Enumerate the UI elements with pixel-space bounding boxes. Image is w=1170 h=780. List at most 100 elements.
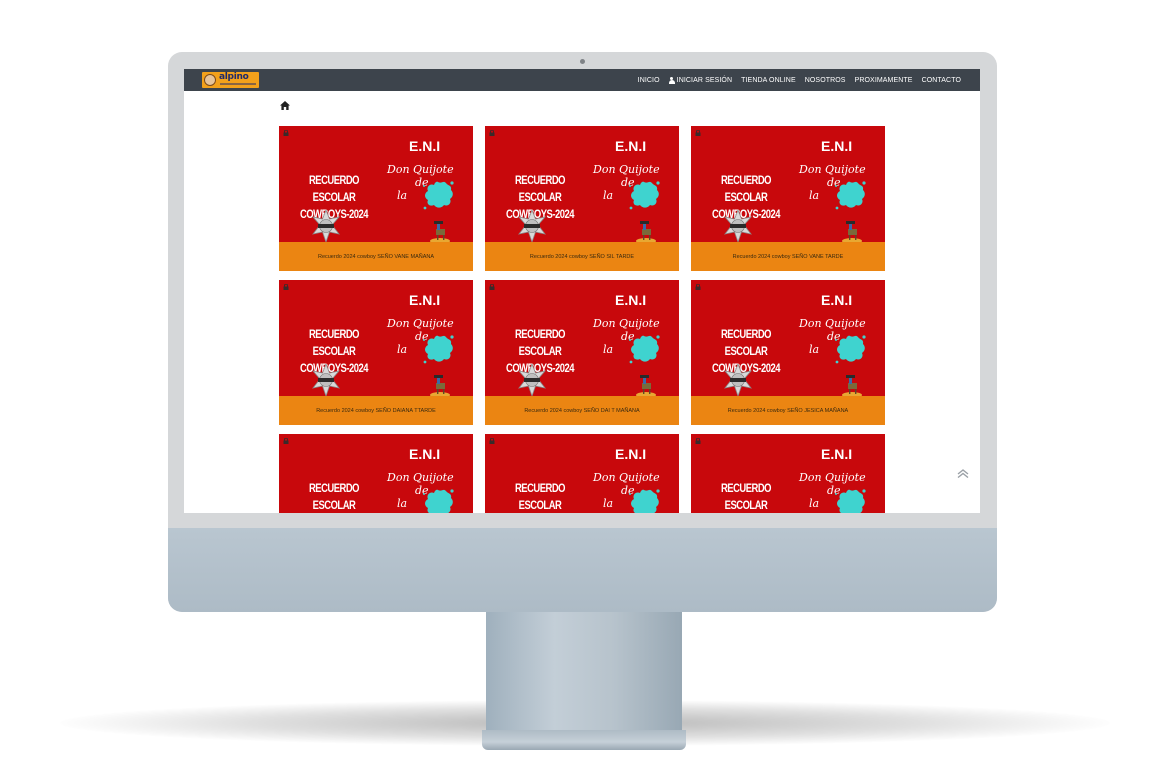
monitor-frame: alpino INICIO INICIAR SESIÓN TIENDA ONLI… — [168, 52, 997, 612]
script-line1: Don Quijote — [799, 471, 866, 484]
donkey-illustration-icon — [430, 375, 450, 398]
product-card[interactable]: E.N.I RECUERDO ESCOLAR COWBOYS-2024 Don … — [691, 280, 885, 425]
product-card[interactable]: E.N.I RECUERDO ESCOLAR COWBOYS-2024 Don … — [279, 126, 473, 271]
top-navbar: alpino INICIO INICIAR SESIÓN TIENDA ONLI… — [184, 69, 980, 91]
nav-proximamente[interactable]: PROXIMAMENTE — [855, 77, 913, 84]
card-caption-bar: Recuerdo 2024 cowboy SEÑO JESICA MAÑANA — [691, 396, 885, 425]
product-card[interactable]: E.N.I RECUERDO ESCOLAR COWBOYS-2024 Don … — [691, 126, 885, 271]
card-title: RECUERDO ESCOLAR COWBOYS-2024 — [701, 481, 791, 513]
card-title-line1: RECUERDO ESCOLAR — [308, 483, 360, 512]
nav-nosotros[interactable]: NOSOTROS — [805, 77, 846, 84]
script-line1: Don Quijote — [799, 317, 866, 330]
card-title-line1: RECUERDO ESCOLAR — [720, 483, 772, 512]
sheriff-badge-icon — [517, 364, 547, 396]
camera-dot — [580, 59, 585, 64]
card-badge: E.N.I — [615, 138, 647, 154]
card-title-line1: RECUERDO ESCOLAR — [514, 329, 566, 358]
card-badge: E.N.I — [409, 138, 441, 154]
chevron-up-icon[interactable] — [957, 469, 969, 478]
nav-iniciar-sesion[interactable]: INICIAR SESIÓN — [668, 76, 733, 84]
card-title-line1: RECUERDO ESCOLAR — [720, 329, 772, 358]
paint-splash-icon — [423, 335, 454, 364]
user-icon — [668, 76, 675, 84]
sheriff-badge-icon — [311, 210, 341, 242]
monitor-stand — [486, 610, 682, 735]
card-title-line1: RECUERDO ESCOLAR — [514, 483, 566, 512]
logo-mascot — [204, 74, 216, 86]
card-caption-bar: Recuerdo 2024 cowboy SEÑO SIL TARDE — [485, 242, 679, 271]
product-card[interactable]: E.N.I RECUERDO ESCOLAR COWBOYS-2024 Don … — [691, 434, 885, 513]
card-caption: Recuerdo 2024 cowboy SEÑO VANE TARDE — [732, 253, 844, 260]
nav-contacto[interactable]: CONTACTO — [922, 77, 961, 84]
card-caption-bar: Recuerdo 2024 cowboy SEÑO VANE TARDE — [691, 242, 885, 271]
paint-splash-icon — [835, 335, 866, 364]
script-line1: Don Quijote — [593, 163, 660, 176]
card-badge: E.N.I — [615, 446, 647, 462]
donkey-illustration-icon — [636, 221, 656, 244]
lock-icon — [489, 438, 495, 444]
paint-splash-icon — [629, 489, 660, 513]
product-card[interactable]: E.N.I RECUERDO ESCOLAR COWBOYS-2024 Don … — [485, 434, 679, 513]
card-caption-bar: Recuerdo 2024 cowboy SEÑO DAI T MAÑANA — [485, 396, 679, 425]
donkey-illustration-icon — [842, 221, 862, 244]
script-line1: Don Quijote — [387, 471, 454, 484]
card-badge: E.N.I — [821, 292, 853, 308]
brand-logo[interactable]: alpino — [202, 72, 259, 88]
script-line1: Don Quijote — [799, 163, 866, 176]
paint-splash-icon — [423, 489, 454, 513]
script-line1: Don Quijote — [387, 163, 454, 176]
product-card[interactable]: E.N.I RECUERDO ESCOLAR COWBOYS-2024 Don … — [485, 280, 679, 425]
script-line1: Don Quijote — [387, 317, 454, 330]
card-caption-bar: Recuerdo 2024 cowboy SEÑO VANE MAÑANA — [279, 242, 473, 271]
card-title-line1: RECUERDO ESCOLAR — [514, 175, 566, 204]
card-caption: Recuerdo 2024 cowboy SEÑO SIL TARDE — [529, 253, 635, 260]
card-caption: Recuerdo 2024 cowboy SEÑO DAIANA TTARDE — [316, 407, 436, 414]
product-card[interactable]: E.N.I RECUERDO ESCOLAR COWBOYS-2024 Don … — [279, 434, 473, 513]
logo-text: alpino — [219, 72, 249, 82]
card-title-line1: RECUERDO ESCOLAR — [720, 175, 772, 204]
lock-icon — [283, 130, 289, 136]
nav-tienda-online[interactable]: TIENDA ONLINE — [741, 77, 796, 84]
card-title-line1: RECUERDO ESCOLAR — [308, 175, 360, 204]
product-grid: E.N.I RECUERDO ESCOLAR COWBOYS-2024 Don … — [279, 126, 885, 513]
card-badge: E.N.I — [821, 446, 853, 462]
card-caption: Recuerdo 2024 cowboy SEÑO VANE MAÑANA — [317, 253, 435, 260]
main-nav: INICIO INICIAR SESIÓN TIENDA ONLINE NOSO… — [638, 69, 961, 91]
nav-inicio[interactable]: INICIO — [638, 77, 660, 84]
lock-icon — [283, 438, 289, 444]
donkey-illustration-icon — [430, 221, 450, 244]
sheriff-badge-icon — [517, 210, 547, 242]
home-icon[interactable] — [280, 101, 290, 110]
paint-splash-icon — [629, 335, 660, 364]
card-caption: Recuerdo 2024 cowboy SEÑO DAI T MAÑANA — [524, 407, 640, 414]
logo-underline — [220, 83, 256, 85]
donkey-illustration-icon — [636, 375, 656, 398]
lock-icon — [283, 284, 289, 290]
browser-screen: alpino INICIO INICIAR SESIÓN TIENDA ONLI… — [184, 69, 980, 513]
monitor-chin — [168, 528, 997, 612]
card-badge: E.N.I — [409, 446, 441, 462]
donkey-illustration-icon — [842, 375, 862, 398]
product-card[interactable]: E.N.I RECUERDO ESCOLAR COWBOYS-2024 Don … — [485, 126, 679, 271]
paint-splash-icon — [629, 181, 660, 210]
lock-icon — [489, 284, 495, 290]
card-title: RECUERDO ESCOLAR COWBOYS-2024 — [289, 481, 379, 513]
script-line1: Don Quijote — [593, 317, 660, 330]
card-title-line1: RECUERDO ESCOLAR — [308, 329, 360, 358]
paint-splash-icon — [423, 181, 454, 210]
product-card[interactable]: E.N.I RECUERDO ESCOLAR COWBOYS-2024 Don … — [279, 280, 473, 425]
script-line1: Don Quijote — [593, 471, 660, 484]
lock-icon — [695, 130, 701, 136]
monitor-stand-base — [482, 730, 686, 750]
paint-splash-icon — [835, 181, 866, 210]
card-caption-bar: Recuerdo 2024 cowboy SEÑO DAIANA TTARDE — [279, 396, 473, 425]
lock-icon — [695, 438, 701, 444]
nav-iniciar-sesion-label: INICIAR SESIÓN — [676, 76, 733, 84]
lock-icon — [489, 130, 495, 136]
card-badge: E.N.I — [821, 138, 853, 154]
card-title: RECUERDO ESCOLAR COWBOYS-2024 — [495, 481, 585, 513]
sheriff-badge-icon — [311, 364, 341, 396]
sheriff-badge-icon — [723, 364, 753, 396]
sheriff-badge-icon — [723, 210, 753, 242]
card-badge: E.N.I — [615, 292, 647, 308]
